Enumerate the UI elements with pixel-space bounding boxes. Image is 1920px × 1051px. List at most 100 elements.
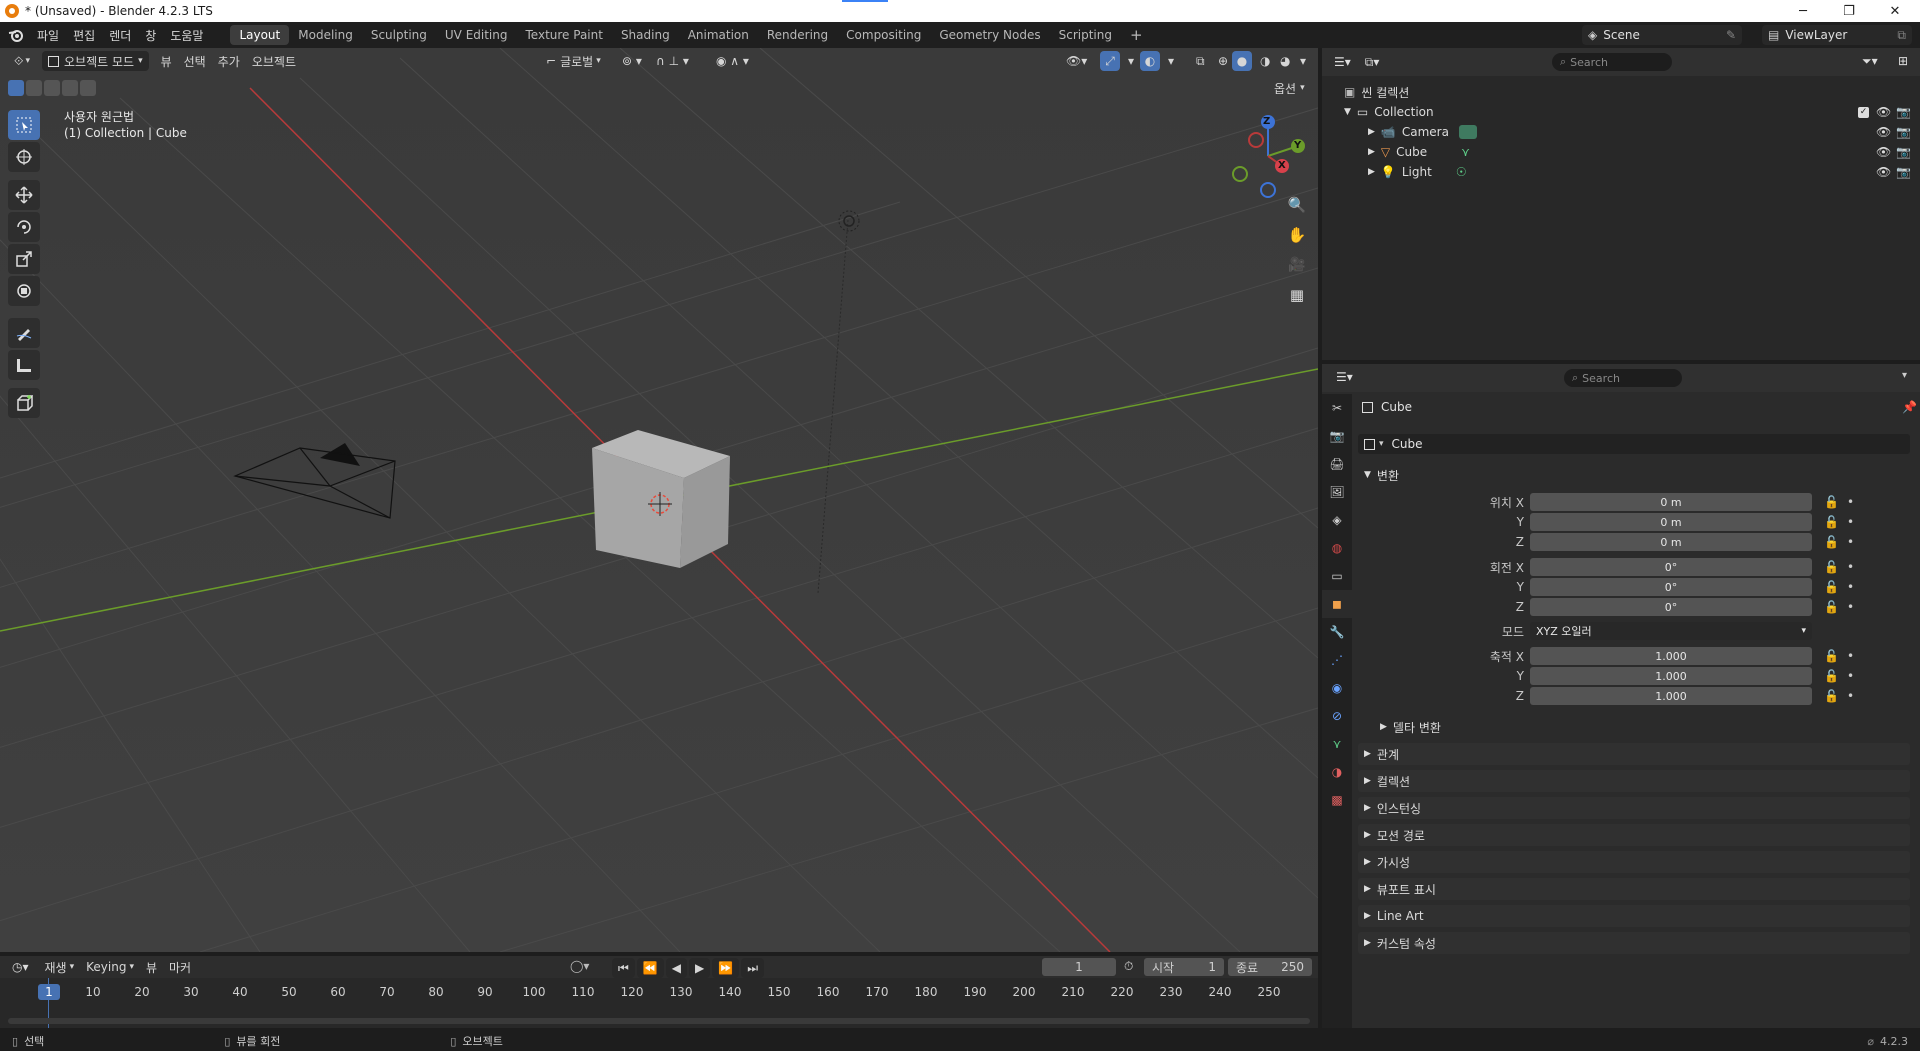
rotate-tool[interactable] (8, 212, 40, 242)
play-button[interactable]: ▶ (689, 958, 711, 978)
xray-toggle[interactable]: ⧉ (1190, 51, 1211, 71)
physics-tab[interactable]: ◉ (1322, 674, 1352, 702)
timeline-menu-playback[interactable]: 재생 ▾ (39, 957, 81, 977)
current-frame-field[interactable]: 1 (1042, 958, 1116, 976)
lock-icon[interactable]: 🔓 (1824, 495, 1839, 509)
timeline-scrollbar[interactable] (8, 1018, 1310, 1024)
eye-icon[interactable]: 👁 (1876, 105, 1891, 119)
pan-button[interactable]: ✋ (1284, 222, 1310, 248)
maximize-button[interactable]: ❐ (1826, 0, 1872, 22)
overlay-dropdown[interactable]: ▾ (1162, 51, 1180, 71)
chevron-down-icon[interactable]: ▼ (1344, 107, 1351, 117)
next-keyframe-button[interactable]: ⏩ (712, 958, 740, 978)
modifier-tab[interactable]: 🔧 (1322, 618, 1352, 646)
select-box-mode-icon[interactable] (8, 80, 24, 96)
viewport-menu-select[interactable]: 선택 (178, 51, 212, 71)
lock-icon[interactable]: 🔓 (1824, 515, 1839, 529)
shading-dropdown[interactable]: ▾ (1294, 51, 1312, 71)
end-frame-field[interactable]: 종료 250 (1228, 958, 1312, 976)
render-camera-icon[interactable]: 📷 (1896, 105, 1911, 119)
keyframe-dot-icon[interactable]: • (1847, 495, 1854, 509)
jump-end-button[interactable]: ⏭ (741, 958, 764, 978)
light-object[interactable] (836, 208, 862, 234)
line-art-section[interactable]: ▶ Line Art (1358, 905, 1910, 927)
select-intersect-icon[interactable] (80, 80, 96, 96)
constraints-tab[interactable]: ⊘ (1322, 702, 1352, 730)
navigation-gizmo[interactable] (1226, 114, 1316, 204)
location-z-field[interactable]: 0 m (1530, 533, 1812, 551)
scale-y-field[interactable]: 1.000 (1530, 667, 1812, 685)
keyframe-dot-icon[interactable]: • (1847, 515, 1854, 529)
menu-edit[interactable]: 편집 (66, 27, 102, 44)
new-view-layer-icon[interactable]: ⧉ (1897, 28, 1906, 43)
scale-x-field[interactable]: 1.000 (1530, 647, 1812, 665)
tab-animation[interactable]: Animation (679, 25, 758, 45)
chevron-right-icon[interactable]: ▶ (1368, 167, 1375, 177)
menu-help[interactable]: 도움말 (163, 27, 210, 44)
pin-icon[interactable]: 📌 (1902, 400, 1917, 414)
lock-icon[interactable]: 🔓 (1824, 580, 1839, 594)
zoom-button[interactable]: 🔍 (1284, 192, 1310, 218)
particles-tab[interactable]: ⋰ (1322, 646, 1352, 674)
scene-collection-row[interactable]: ▣ 씬 컬렉션 (1322, 82, 1920, 102)
location-x-field[interactable]: 0 m (1530, 493, 1812, 511)
mesh-data-icon[interactable]: ⋎ (1461, 145, 1470, 159)
render-camera-icon[interactable]: 📷 (1896, 125, 1911, 139)
timeline-menu-view[interactable]: 뷰 (140, 957, 163, 977)
chevron-down-icon[interactable]: ▾ (1902, 370, 1907, 381)
data-tab[interactable]: ⋎ (1322, 730, 1352, 758)
blender-menu-icon[interactable] (8, 27, 24, 43)
object-tab[interactable]: ◼ (1322, 590, 1352, 618)
jump-start-button[interactable]: ⏮ (612, 958, 635, 978)
rotation-y-field[interactable]: 0° (1530, 578, 1812, 596)
gizmo-dropdown[interactable]: ▾ (1122, 51, 1140, 71)
select-extend-icon[interactable] (26, 80, 42, 96)
prev-keyframe-button[interactable]: ⏪ (636, 958, 664, 978)
rotation-x-field[interactable]: 0° (1530, 558, 1812, 576)
viewport-menu-object[interactable]: 오브젝트 (246, 51, 302, 71)
custom-properties-section[interactable]: ▶ 커스텀 속성 (1358, 932, 1910, 954)
outliner-item-cube[interactable]: ▶ ▽ Cube ⋎ 👁 📷 (1322, 142, 1920, 162)
chevron-right-icon[interactable]: ▶ (1368, 147, 1375, 157)
keyframe-dot-icon[interactable]: • (1847, 649, 1854, 663)
lock-icon[interactable]: 🔓 (1824, 535, 1839, 549)
add-workspace-button[interactable]: + (1121, 23, 1152, 47)
chevron-right-icon[interactable]: ▶ (1368, 127, 1375, 137)
playhead-marker[interactable]: 1 (38, 984, 60, 1000)
scene-tab[interactable]: ◈ (1322, 506, 1352, 534)
3d-viewport[interactable]: ⟐ ▾ 오브젝트 모드 ▾ 뷰 선택 추가 오브젝트 ⌐ 글로벌 ▾ ⊚ ▾ ∩ … (0, 48, 1318, 952)
eye-icon[interactable]: 👁 (1876, 125, 1891, 139)
play-reverse-button[interactable]: ◀ (665, 958, 687, 978)
timeline-menu-keying[interactable]: Keying ▾ (80, 957, 140, 977)
viewport-menu-view[interactable]: 뷰 (155, 51, 178, 71)
pin-icon[interactable]: ✎ (1726, 28, 1736, 42)
viewport-menu-add[interactable]: 추가 (212, 51, 246, 71)
outliner-editor-icon[interactable]: ☰▾ (1334, 55, 1351, 69)
close-button[interactable]: ✕ (1872, 0, 1918, 22)
outliner-item-camera[interactable]: ▶ 📹 Camera 👁 📷 (1322, 122, 1920, 142)
texture-tab[interactable]: ▩ (1322, 786, 1352, 814)
eye-icon[interactable]: 👁 (1876, 145, 1891, 159)
snap-toggle[interactable]: ∩ ⊥ ▾ (650, 51, 695, 71)
select-invert-icon[interactable] (62, 80, 78, 96)
instancing-section[interactable]: ▶ 인스턴싱 (1358, 797, 1910, 819)
camera-view-button[interactable]: 🎥 (1284, 252, 1310, 278)
output-tab[interactable]: 🖨 (1322, 450, 1352, 478)
visibility-dropdown[interactable]: 👁▾ (1060, 51, 1093, 71)
cube-object[interactable] (590, 428, 735, 578)
tab-geometry-nodes[interactable]: Geometry Nodes (930, 25, 1049, 45)
cursor-tool[interactable] (8, 142, 40, 172)
overlay-toggle[interactable]: ◐ (1140, 51, 1160, 71)
tab-uv-editing[interactable]: UV Editing (436, 25, 517, 45)
select-subtract-icon[interactable] (44, 80, 60, 96)
tab-texture-paint[interactable]: Texture Paint (517, 25, 612, 45)
lock-icon[interactable]: 🔓 (1824, 669, 1839, 683)
keyframe-dot-icon[interactable]: • (1847, 689, 1854, 703)
motion-paths-section[interactable]: ▶ 모션 경로 (1358, 824, 1910, 846)
keyframe-dot-icon[interactable]: • (1847, 535, 1854, 549)
start-frame-field[interactable]: 시작 1 (1144, 958, 1224, 976)
scale-z-field[interactable]: 1.000 (1530, 687, 1812, 705)
options-dropdown[interactable]: 옵션 ▾ (1268, 78, 1311, 98)
wireframe-shading-button[interactable]: ⊕ (1212, 51, 1234, 71)
tab-modeling[interactable]: Modeling (289, 25, 362, 45)
